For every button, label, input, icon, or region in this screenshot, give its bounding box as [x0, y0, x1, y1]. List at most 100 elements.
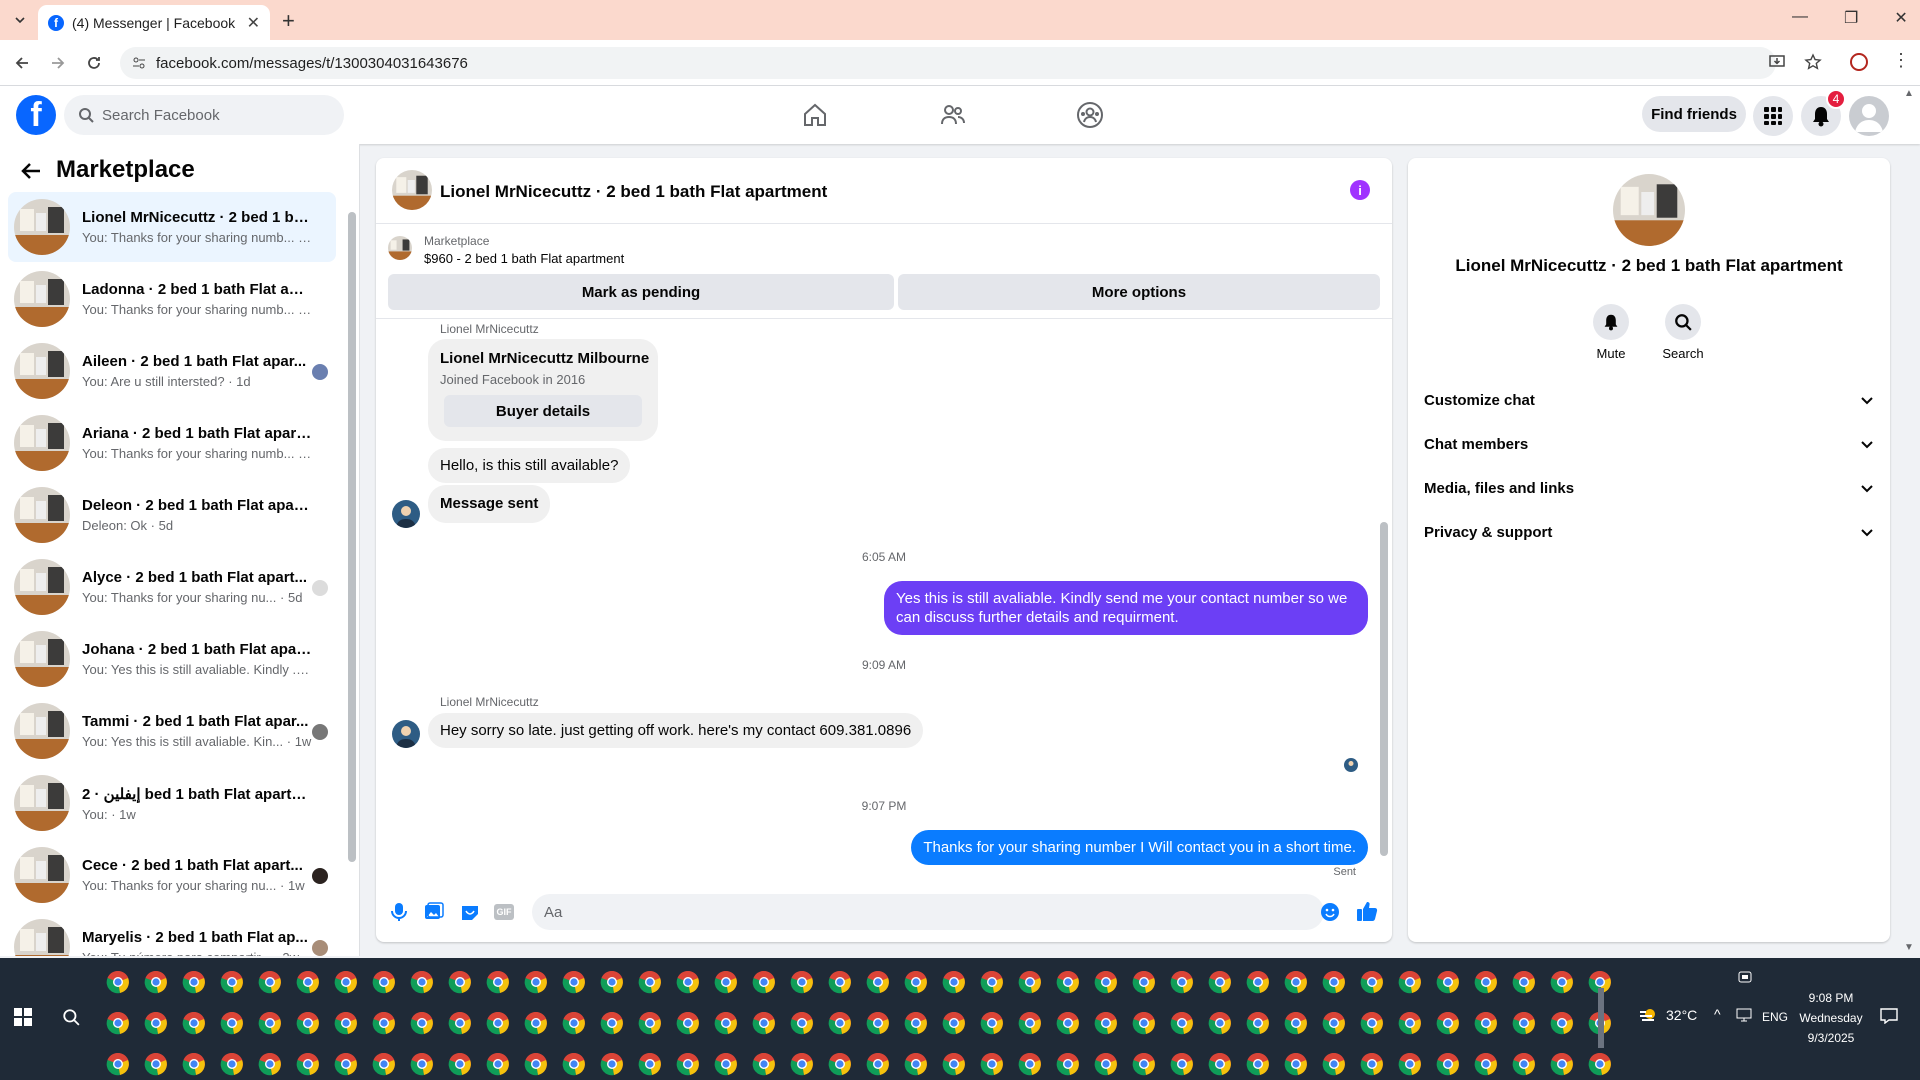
chrome-app-icon[interactable]	[1018, 1052, 1042, 1076]
gif-icon[interactable]: GIF	[494, 904, 514, 920]
chrome-app-icon[interactable]	[828, 1052, 852, 1076]
chrome-app-icon[interactable]	[1474, 1011, 1498, 1035]
chrome-app-icon[interactable]	[1550, 970, 1574, 994]
chrome-app-icon[interactable]	[980, 1052, 1004, 1076]
weather-widget[interactable]: 32°C	[1638, 1006, 1697, 1024]
chrome-app-icon[interactable]	[1322, 1011, 1346, 1035]
chrome-app-icon[interactable]	[752, 1011, 776, 1035]
chrome-app-icon[interactable]	[220, 1052, 244, 1076]
chrome-app-icon[interactable]	[1284, 1011, 1308, 1035]
chrome-app-icon[interactable]	[1512, 1052, 1536, 1076]
chat-list-item[interactable]: Deleon · 2 bed 1 bath Flat apart... Deleo…	[8, 480, 336, 550]
chat-list-item[interactable]: Cece · 2 bed 1 bath Flat apart... You: Th…	[8, 840, 336, 910]
chrome-app-icon[interactable]	[904, 1052, 928, 1076]
chrome-app-icon[interactable]	[676, 1052, 700, 1076]
chrome-app-icon[interactable]	[448, 1011, 472, 1035]
chrome-app-icon[interactable]	[562, 970, 586, 994]
chrome-app-icon[interactable]	[790, 1052, 814, 1076]
message-bubble[interactable]: Hello, is this still available?	[428, 448, 631, 483]
chrome-app-icon[interactable]	[600, 1052, 624, 1076]
details-section-media-files-and-links[interactable]: Media, files and links	[1424, 468, 1874, 508]
mark-as-pending-button[interactable]: Mark as pending	[388, 274, 894, 310]
chrome-app-icon[interactable]	[296, 1011, 320, 1035]
chrome-app-icon[interactable]	[144, 1011, 168, 1035]
chrome-app-icon[interactable]	[1512, 1011, 1536, 1035]
cast-icon[interactable]	[1738, 970, 1752, 984]
chrome-app-icon[interactable]	[1208, 1052, 1232, 1076]
chrome-app-icon[interactable]	[182, 1011, 206, 1035]
chrome-app-icon[interactable]	[1246, 970, 1270, 994]
groups-icon[interactable]	[1073, 100, 1107, 130]
facebook-logo[interactable]: f	[16, 95, 56, 135]
chrome-app-icon[interactable]	[1132, 1011, 1156, 1035]
chrome-app-icon[interactable]	[1436, 1011, 1460, 1035]
home-icon[interactable]	[798, 100, 832, 130]
chrome-app-icon[interactable]	[1018, 1011, 1042, 1035]
chrome-app-icon[interactable]	[638, 970, 662, 994]
chrome-app-icon[interactable]	[1132, 970, 1156, 994]
info-icon[interactable]: i	[1350, 180, 1370, 200]
chrome-app-icon[interactable]	[334, 970, 358, 994]
chat-list-item[interactable]: Ladonna · 2 bed 1 bath Flat apar... You: …	[8, 264, 336, 334]
chrome-app-icon[interactable]	[1094, 970, 1118, 994]
sticker-icon[interactable]	[460, 902, 480, 922]
more-options-button[interactable]: More options	[898, 274, 1380, 310]
chrome-app-icon[interactable]	[1512, 970, 1536, 994]
listing-title[interactable]: $960 - 2 bed 1 bath Flat apartment	[424, 251, 624, 266]
chrome-app-icon[interactable]	[220, 1011, 244, 1035]
tab-search-icon[interactable]	[4, 4, 36, 36]
browser-tab[interactable]: f (4) Messenger | Facebook ✕	[38, 5, 270, 40]
chrome-app-icon[interactable]	[1208, 1011, 1232, 1035]
chrome-app-icon[interactable]	[372, 1011, 396, 1035]
friends-icon[interactable]	[936, 100, 970, 130]
profile-icon[interactable]	[1850, 53, 1868, 71]
chrome-app-icon[interactable]	[1132, 1052, 1156, 1076]
page-scroll-up[interactable]: ▲	[1904, 88, 1914, 99]
chat-list-item[interactable]: Lionel MrNicecuttz · 2 bed 1 bath... You:…	[8, 192, 336, 262]
chat-list-item[interactable]: إيفلين · 2 bed 1 bath Flat apartment 2..…	[8, 768, 336, 838]
chrome-app-icon[interactable]	[866, 1011, 890, 1035]
notification-center-icon[interactable]	[1880, 1008, 1898, 1024]
network-icon[interactable]	[1736, 1008, 1752, 1022]
chrome-app-icon[interactable]	[1322, 1052, 1346, 1076]
chrome-app-icon[interactable]	[752, 970, 776, 994]
clock[interactable]: 9:08 PM Wednesday 9/3/2025	[1796, 988, 1866, 1048]
bookmark-star-icon[interactable]	[1804, 53, 1822, 71]
chat-list-item[interactable]: Johana · 2 bed 1 bath Flat apart... You: …	[8, 624, 336, 694]
chrome-app-icon[interactable]	[562, 1052, 586, 1076]
chrome-app-icon[interactable]	[106, 1011, 130, 1035]
chrome-app-icon[interactable]	[448, 970, 472, 994]
chrome-app-icon[interactable]	[638, 1052, 662, 1076]
chrome-app-icon[interactable]	[410, 1011, 434, 1035]
chrome-app-icon[interactable]	[980, 1011, 1004, 1035]
chrome-app-icon[interactable]	[1360, 970, 1384, 994]
chrome-app-icon[interactable]	[1056, 1011, 1080, 1035]
attach-image-icon[interactable]	[424, 902, 444, 922]
taskbar-search-icon[interactable]	[62, 1008, 80, 1026]
chrome-app-icon[interactable]	[1436, 970, 1460, 994]
chrome-app-icon[interactable]	[1056, 970, 1080, 994]
chrome-app-icon[interactable]	[980, 970, 1004, 994]
chat-list-item[interactable]: Aileen · 2 bed 1 bath Flat apar... You: A…	[8, 336, 336, 406]
back-icon[interactable]	[6, 47, 38, 79]
chrome-app-icon[interactable]	[752, 1052, 776, 1076]
chrome-app-icon[interactable]	[1398, 1011, 1422, 1035]
install-app-icon[interactable]	[1768, 53, 1786, 71]
language-indicator[interactable]: ENG	[1762, 1010, 1788, 1024]
details-section-customize-chat[interactable]: Customize chat	[1424, 380, 1874, 420]
chrome-app-icon[interactable]	[1474, 970, 1498, 994]
chrome-app-icon[interactable]	[372, 1052, 396, 1076]
like-thumb-icon[interactable]	[1356, 900, 1378, 922]
chrome-app-icon[interactable]	[790, 1011, 814, 1035]
chrome-app-icon[interactable]	[714, 1011, 738, 1035]
windows-start-icon[interactable]	[14, 1008, 32, 1026]
voice-clip-icon[interactable]	[390, 902, 408, 922]
chrome-app-icon[interactable]	[1360, 1052, 1384, 1076]
details-section-chat-members[interactable]: Chat members	[1424, 424, 1874, 464]
tray-chevron-icon[interactable]: ^	[1714, 1006, 1721, 1022]
chrome-app-icon[interactable]	[676, 1011, 700, 1035]
chrome-app-icon[interactable]	[524, 1011, 548, 1035]
chrome-app-icon[interactable]	[106, 1052, 130, 1076]
mute-bell-icon[interactable]	[1593, 304, 1629, 340]
find-friends-button[interactable]: Find friends	[1642, 96, 1746, 132]
